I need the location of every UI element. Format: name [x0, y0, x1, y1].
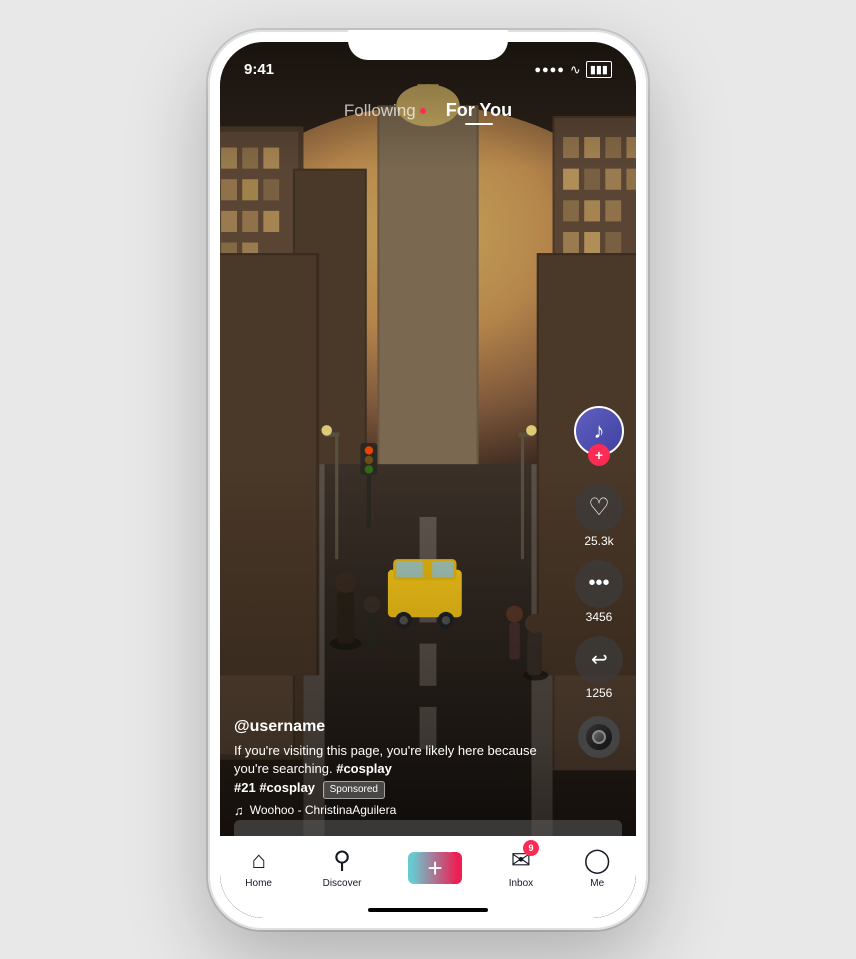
- nav-home[interactable]: ⌂ Home: [245, 847, 272, 889]
- comment-icon: •••: [575, 560, 623, 608]
- status-time: 9:41: [244, 61, 274, 78]
- music-disc-inner: [592, 730, 606, 744]
- music-note-icon: ♫: [234, 803, 244, 818]
- comment-button[interactable]: ••• 3456: [575, 560, 623, 624]
- home-icon: ⌂: [251, 847, 266, 875]
- add-button-inner: +: [412, 852, 458, 884]
- inbox-icon-container: ✉ 9: [511, 846, 531, 875]
- search-icon: ⚲: [333, 846, 351, 875]
- video-info: @username If you're visiting this page, …: [234, 718, 556, 817]
- nav-for-you-tab[interactable]: For You: [446, 100, 512, 121]
- like-button[interactable]: ♡ 25.3k: [575, 484, 623, 548]
- screen: 9:41 ●●●● ∿ ▮▮▮ Following For You: [220, 42, 636, 918]
- inbox-label: Inbox: [509, 878, 533, 889]
- live-dot: [420, 108, 426, 114]
- add-button[interactable]: +: [412, 852, 458, 884]
- notch: [348, 30, 508, 60]
- signal-icon: ●●●●: [534, 64, 565, 76]
- follow-button[interactable]: +: [588, 444, 610, 466]
- nav-inbox[interactable]: ✉ 9 Inbox: [509, 846, 533, 889]
- music-info: ♫ Woohoo - ChristinaAguilera: [234, 803, 556, 818]
- video-description: If you're visiting this page, you're lik…: [234, 742, 556, 798]
- me-label: Me: [590, 878, 604, 889]
- inbox-badge: 9: [523, 840, 539, 856]
- nav-discover[interactable]: ⚲ Discover: [323, 846, 362, 889]
- share-count: 1256: [586, 686, 613, 700]
- heart-icon: ♡: [575, 484, 623, 532]
- home-indicator: [368, 908, 488, 912]
- battery-icon: ▮▮▮: [586, 61, 612, 78]
- hashtag-cosplay2[interactable]: #cosplay: [259, 780, 315, 795]
- music-disc[interactable]: [578, 716, 620, 758]
- music-title: Woohoo - ChristinaAguilera: [250, 803, 397, 817]
- status-icons: ●●●● ∿ ▮▮▮: [534, 61, 612, 78]
- discover-label: Discover: [323, 878, 362, 889]
- creator-username[interactable]: @username: [234, 718, 556, 736]
- nav-header: Following For You: [220, 86, 636, 136]
- like-count: 25.3k: [584, 534, 613, 548]
- phone-frame: 9:41 ●●●● ∿ ▮▮▮ Following For You: [208, 30, 648, 930]
- nav-following-tab[interactable]: Following: [344, 101, 426, 121]
- nav-profile[interactable]: ◯ Me: [584, 846, 611, 889]
- comment-count: 3456: [586, 610, 613, 624]
- wifi-icon: ∿: [570, 62, 581, 78]
- active-tab-underline: [465, 123, 493, 125]
- hashtag-21[interactable]: #21: [234, 780, 256, 795]
- bottom-nav: ⌂ Home ⚲ Discover + ✉ 9 Inbox: [220, 836, 636, 918]
- sponsored-badge: Sponsored: [323, 781, 385, 799]
- nav-add[interactable]: +: [412, 852, 458, 884]
- profile-icon: ◯: [584, 846, 611, 875]
- tiktok-icon: ♪: [594, 418, 605, 444]
- home-label: Home: [245, 878, 272, 889]
- creator-avatar[interactable]: ♪ +: [574, 406, 624, 456]
- hashtag-cosplay[interactable]: #cosplay: [336, 761, 392, 776]
- share-button[interactable]: ↪ 1256: [575, 636, 623, 700]
- right-actions-panel: ♪ + ♡ 25.3k ••• 3456 ↪: [574, 406, 624, 758]
- share-icon: ↪: [575, 636, 623, 684]
